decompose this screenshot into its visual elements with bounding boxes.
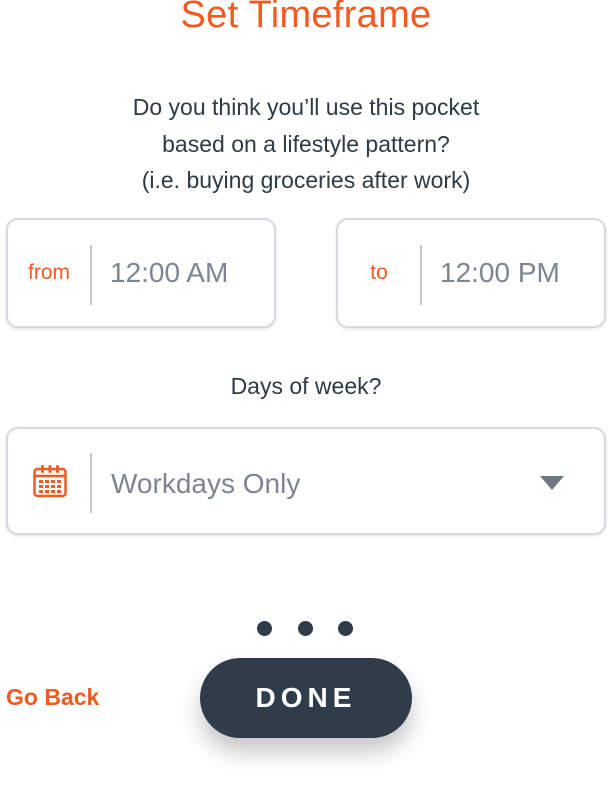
question-text: Do you think you’ll use this pocket base… (0, 89, 612, 199)
go-back-link[interactable]: Go Back (6, 684, 99, 711)
days-of-week-label: Days of week? (230, 373, 382, 399)
pagination-dots (257, 621, 357, 637)
page-title: Set Timeframe (180, 0, 432, 36)
pagination-dot (298, 621, 313, 636)
pagination-dot (257, 621, 272, 636)
to-time-field[interactable]: to 12:00 PM (336, 218, 606, 328)
to-divider (420, 245, 422, 305)
to-time-value[interactable]: 12:00 PM (440, 220, 560, 326)
select-divider (90, 453, 92, 513)
from-time-field[interactable]: from 12:00 AM (6, 218, 276, 328)
question-line-1: Do you think you’ll use this pocket (132, 94, 480, 120)
pagination-dot (338, 621, 353, 636)
question-line-3: (i.e. buying groceries after work) (141, 167, 471, 193)
from-divider (90, 245, 92, 305)
days-selected-value: Workdays Only (111, 468, 301, 499)
days-of-week-dropdown[interactable]: Workdays Only (6, 427, 606, 535)
set-timeframe-screen: Set Timeframe Do you think you’ll use th… (0, 0, 612, 786)
to-label: to (370, 261, 388, 284)
from-label: from (28, 261, 70, 284)
calendar-icon (33, 465, 67, 498)
question-line-2: based on a lifestyle pattern? (162, 130, 450, 157)
from-time-value[interactable]: 12:00 AM (110, 220, 228, 326)
chevron-down-icon[interactable] (540, 476, 564, 490)
done-button[interactable]: DONE (200, 658, 412, 738)
